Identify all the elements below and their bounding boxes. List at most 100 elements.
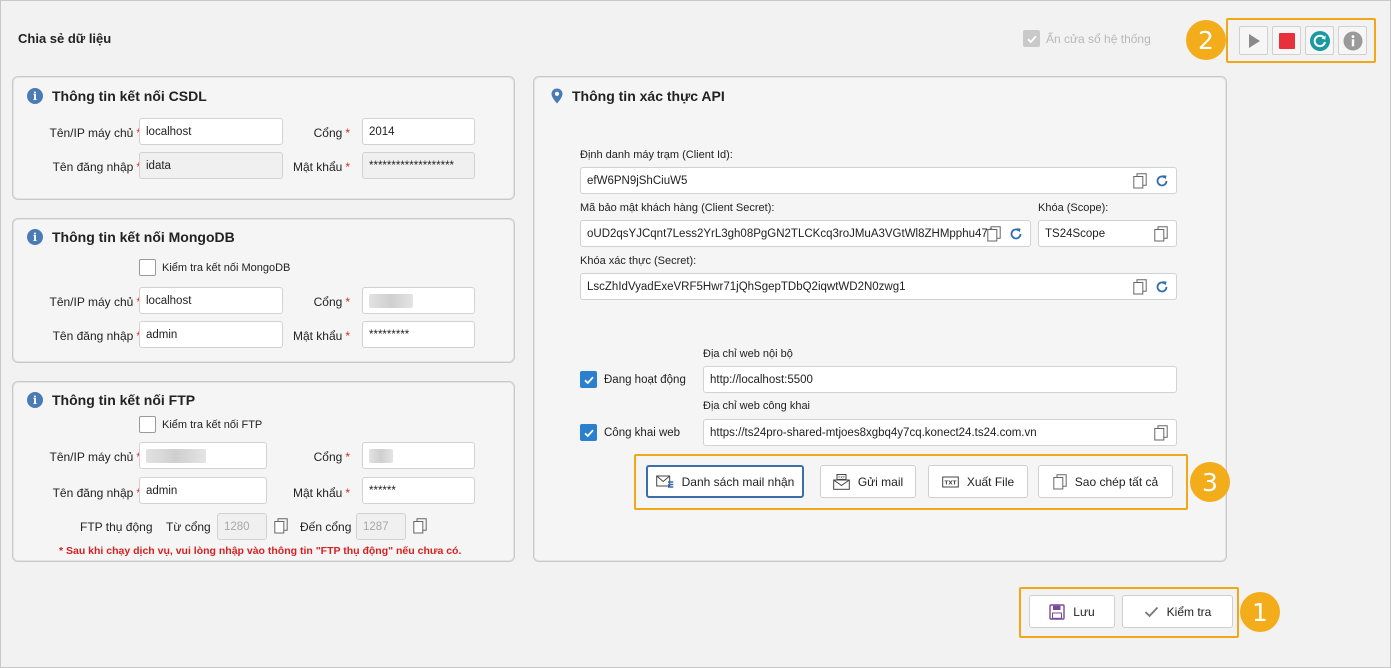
refresh-icon	[1309, 30, 1330, 51]
ftp-port-label: Cổng *	[313, 450, 350, 464]
svg-text:TXT: TXT	[944, 480, 956, 486]
copy-from-port-button[interactable]	[274, 518, 288, 537]
save-label: Lưu	[1073, 604, 1095, 619]
csdl-user-label: Tên đăng nhập*	[52, 160, 141, 174]
service-toolbar	[1239, 26, 1367, 55]
mongodb-host-input[interactable]: localhost	[139, 287, 283, 314]
csdl-group-title: i Thông tin kết nối CSDL	[27, 88, 207, 104]
copy-icon	[1154, 226, 1168, 242]
copy-scope-button[interactable]	[1153, 226, 1169, 242]
public-url-label: Địa chỉ web công khai	[703, 400, 811, 412]
stop-service-button[interactable]	[1272, 26, 1301, 55]
client-id-value: efW6PN9jShCiuW5	[587, 174, 688, 187]
secret-value: LscZhIdVyadExeVRF5Hwr71jQhSgepTDbQ2iqwtW…	[587, 280, 906, 293]
copy-to-port-button[interactable]	[413, 518, 427, 537]
csdl-password-input[interactable]: *******************	[362, 152, 475, 179]
mongodb-title-text: Thông tin kết nối MongoDB	[52, 229, 235, 245]
api-title-text: Thông tin xác thực API	[572, 88, 725, 104]
csdl-port-input[interactable]: 2014	[362, 118, 475, 145]
internal-url-input[interactable]: http://localhost:5500	[703, 366, 1177, 393]
mongodb-check-option[interactable]: Kiểm tra kết nối MongoDB	[139, 259, 290, 276]
mail-list-label: Danh sách mail nhận	[681, 474, 795, 489]
info-icon: i	[27, 229, 43, 245]
copy-icon	[413, 518, 427, 534]
ftp-host-label: Tên/IP máy chủ*	[49, 450, 142, 464]
secret-input[interactable]: LscZhIdVyadExeVRF5Hwr71jQhSgepTDbQ2iqwtW…	[580, 273, 1177, 300]
mongodb-check-checkbox[interactable]	[139, 259, 156, 276]
active-label: Đang hoạt động	[604, 373, 686, 386]
csdl-host-label: Tên/IP máy chủ*	[49, 126, 142, 140]
send-mail-button[interactable]: TXT Gửi mail	[820, 465, 916, 498]
hide-system-window-checkbox[interactable]	[1023, 30, 1040, 47]
restart-service-button[interactable]	[1305, 26, 1334, 55]
hide-system-window-label: Ẩn cửa sổ hệ thống	[1046, 31, 1151, 46]
export-file-button[interactable]: TXT Xuất File	[928, 465, 1028, 498]
ftp-from-port-input[interactable]: 1280	[217, 513, 267, 540]
public-option[interactable]: Công khai web	[580, 424, 680, 441]
refresh-icon	[1010, 228, 1022, 240]
check-button[interactable]: Kiểm tra	[1122, 595, 1233, 628]
scope-label: Khóa (Scope):	[1038, 202, 1109, 214]
client-secret-input[interactable]: oUD2qsYJCqnt7Less2YrL3gh08PgGN2TLCKcq3ro…	[580, 220, 1031, 247]
copy-all-button[interactable]: Sao chép tất cả	[1038, 465, 1173, 498]
ftp-passive-label: FTP thụ động	[80, 520, 153, 534]
client-secret-value: oUD2qsYJCqnt7Less2YrL3gh08PgGN2TLCKcq3ro…	[587, 227, 995, 240]
ftp-to-port-input[interactable]: 1287	[356, 513, 406, 540]
ftp-check-checkbox[interactable]	[139, 416, 156, 433]
mongodb-connection-group: i Thông tin kết nối MongoDB Kiểm tra kết…	[12, 218, 515, 363]
mongodb-port-label: Cổng *	[313, 295, 350, 309]
hide-system-window-option[interactable]: Ẩn cửa sổ hệ thống	[1023, 30, 1151, 47]
mongodb-password-input[interactable]: *********	[362, 321, 475, 348]
public-url-input[interactable]: https://ts24pro-shared-mtjoes8xgbq4y7cq.…	[703, 419, 1177, 446]
csdl-port-label: Cổng *	[313, 126, 350, 140]
client-id-label: Định danh máy trạm (Client Id):	[580, 149, 733, 161]
csdl-user-input[interactable]: idata	[139, 152, 283, 179]
ftp-user-label: Tên đăng nhập*	[52, 486, 141, 500]
regenerate-client-id-button[interactable]	[1154, 173, 1170, 189]
copy-public-url-button[interactable]	[1153, 425, 1169, 441]
checkmark-icon	[1144, 606, 1158, 617]
copy-client-id-button[interactable]	[1132, 173, 1148, 189]
regenerate-secret-button[interactable]	[1154, 279, 1170, 295]
save-button[interactable]: Lưu	[1029, 595, 1115, 628]
txt-file-icon: TXT	[942, 476, 959, 487]
regenerate-client-secret-button[interactable]	[1008, 226, 1024, 242]
mongodb-password-label: Mật khẩu *	[292, 329, 350, 343]
active-checkbox[interactable]	[580, 371, 597, 388]
copy-icon	[274, 518, 288, 534]
ftp-host-input[interactable]	[139, 442, 267, 469]
copy-icon	[987, 226, 1001, 242]
mongodb-check-label: Kiểm tra kết nối MongoDB	[162, 261, 291, 274]
check-label: Kiểm tra	[1166, 604, 1212, 619]
mail-list-icon	[655, 475, 673, 488]
ftp-check-option[interactable]: Kiểm tra kết nối FTP	[139, 416, 262, 433]
stop-icon	[1278, 32, 1295, 49]
mongodb-user-input[interactable]: admin	[139, 321, 283, 348]
mongodb-host-label: Tên/IP máy chủ*	[49, 295, 142, 309]
mail-list-button[interactable]: Danh sách mail nhận	[646, 465, 804, 498]
about-button[interactable]	[1338, 26, 1367, 55]
scope-input[interactable]: TS24Scope	[1038, 220, 1177, 247]
public-checkbox[interactable]	[580, 424, 597, 441]
csdl-title-text: Thông tin kết nối CSDL	[52, 88, 207, 104]
client-id-input[interactable]: efW6PN9jShCiuW5	[580, 167, 1177, 194]
csdl-connection-group: i Thông tin kết nối CSDL Tên/IP máy chủ*…	[12, 76, 515, 200]
ftp-group-title: i Thông tin kết nối FTP	[27, 392, 195, 408]
ftp-user-input[interactable]: admin	[139, 477, 267, 504]
callout-badge-1: 1	[1240, 592, 1280, 632]
start-service-button[interactable]	[1239, 26, 1268, 55]
info-icon: i	[27, 392, 43, 408]
mongodb-user-label: Tên đăng nhập*	[52, 329, 141, 343]
send-mail-label: Gửi mail	[857, 474, 904, 489]
mongodb-port-input[interactable]	[362, 287, 475, 314]
csdl-host-input[interactable]: localhost	[139, 118, 283, 145]
ftp-port-input[interactable]	[362, 442, 475, 469]
ftp-password-input[interactable]: ******	[362, 477, 475, 504]
ftp-title-text: Thông tin kết nối FTP	[52, 392, 196, 408]
active-option[interactable]: Đang hoạt động	[580, 371, 686, 388]
ftp-to-port-label: Đến cổng	[300, 520, 352, 534]
copy-client-secret-button[interactable]	[986, 226, 1002, 242]
copy-secret-button[interactable]	[1132, 279, 1148, 295]
copy-icon	[1053, 473, 1067, 489]
public-label: Công khai web	[604, 426, 681, 439]
